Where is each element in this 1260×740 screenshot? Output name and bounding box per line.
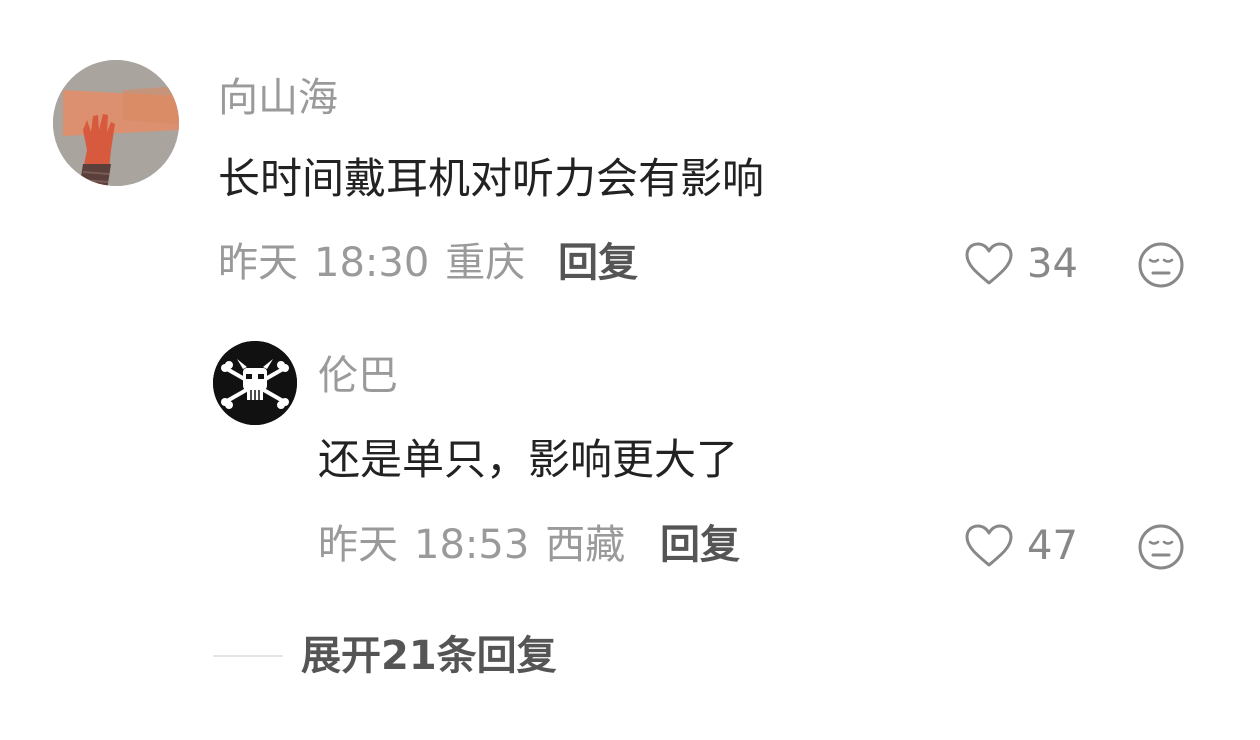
reply-like-count: 47	[1027, 523, 1078, 569]
comment-reply-button[interactable]: 回复	[558, 243, 638, 283]
divider	[213, 655, 283, 657]
neutral-face-icon	[1138, 242, 1184, 288]
comment-like-button[interactable]: 34	[963, 241, 1078, 287]
reply-username[interactable]: 伦巴	[318, 356, 398, 396]
reply-like-button[interactable]: 47	[963, 523, 1078, 569]
comment-location: 重庆	[445, 240, 526, 286]
comment-thread: 向山海 长时间戴耳机对听力会有影响 昨天 18:30 重庆 回复 34 伦巴 还…	[0, 0, 1260, 740]
reply-text: 还是单只，影响更大了	[318, 435, 739, 484]
hand-photo-icon	[53, 60, 179, 186]
reply-date: 昨天	[318, 522, 398, 568]
heart-outline-icon	[965, 524, 1013, 567]
comment-like-count: 34	[1027, 241, 1078, 287]
reply-location: 西藏	[545, 522, 626, 568]
expand-replies-label: 展开21条回复	[301, 633, 557, 679]
comment-username[interactable]: 向山海	[218, 78, 338, 118]
comment-meta: 昨天 18:30 重庆	[218, 243, 541, 283]
comment-dislike-button[interactable]	[1137, 241, 1185, 289]
comment-time: 18:30	[314, 240, 430, 286]
heart-outline-icon	[965, 242, 1013, 285]
comment-date: 昨天	[218, 240, 298, 286]
avatar[interactable]	[53, 60, 179, 186]
skull-crossbones-icon	[213, 341, 297, 425]
reply-meta: 昨天 18:53 西藏	[318, 525, 641, 565]
reply-avatar[interactable]	[213, 341, 297, 425]
neutral-face-icon	[1138, 524, 1184, 570]
reply-time: 18:53	[414, 522, 530, 568]
expand-replies-button[interactable]: 展开21条回复	[213, 636, 557, 676]
reply-dislike-button[interactable]	[1137, 523, 1185, 571]
comment-text: 长时间戴耳机对听力会有影响	[218, 154, 765, 203]
reply-reply-button[interactable]: 回复	[660, 525, 740, 565]
